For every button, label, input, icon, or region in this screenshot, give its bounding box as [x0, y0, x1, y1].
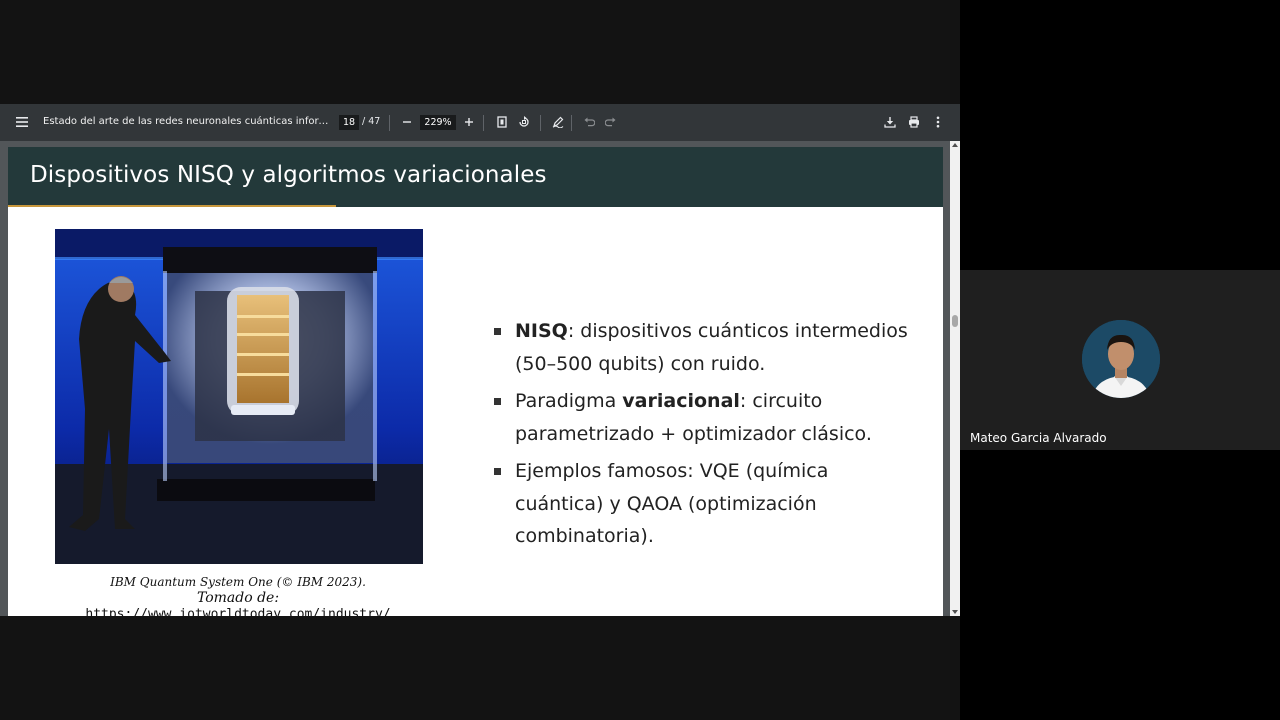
toolbar-divider: [540, 115, 541, 131]
minus-icon[interactable]: [396, 111, 418, 133]
image-caption: IBM Quantum System One (© IBM 2023). Tom…: [38, 575, 438, 616]
document-title: Estado del arte de las redes neuronales …: [43, 116, 333, 127]
square-bullet-icon: [494, 398, 501, 405]
participant-name: Mateo Garcia Alvarado: [970, 431, 1107, 445]
bullet-item: NISQ: dispositivos cuánticos intermedios…: [494, 315, 914, 380]
slide-page: Dispositivos NISQ y algoritmos variacion…: [8, 147, 943, 616]
square-bullet-icon: [494, 468, 501, 475]
pen-icon[interactable]: [547, 111, 569, 133]
avatar: [1082, 320, 1160, 398]
bullet-text: Paradigma: [515, 390, 623, 412]
page-total: / 47: [362, 116, 381, 127]
vertical-scrollbar[interactable]: [950, 141, 960, 616]
download-icon[interactable]: [879, 111, 901, 133]
square-bullet-icon: [494, 328, 501, 335]
shared-screen-pane: Estado del arte de las redes neuronales …: [0, 0, 960, 720]
bullet-text: : dispositivos cuánticos intermedios (50…: [515, 320, 908, 375]
slide-header-accent: [8, 205, 336, 207]
print-icon[interactable]: [903, 111, 925, 133]
toolbar-divider: [483, 115, 484, 131]
bullet-list: NISQ: dispositivos cuánticos intermedios…: [494, 315, 914, 558]
pdf-viewer[interactable]: Dispositivos NISQ y algoritmos variacion…: [0, 141, 960, 616]
caption-credit: IBM Quantum System One (© IBM 2023).: [110, 575, 366, 589]
scroll-down-icon[interactable]: [952, 610, 958, 614]
bullet-bold-text: NISQ: [515, 320, 568, 342]
bullet-text: Ejemplos famosos: VQE (química cuántica)…: [515, 460, 829, 547]
participant-tile[interactable]: Mateo Garcia Alvarado: [960, 270, 1280, 450]
caption-source-label: Tomado de:: [196, 590, 280, 606]
bullet-bold-text: variacional: [622, 390, 740, 412]
zoom-input[interactable]: 229%: [420, 115, 456, 130]
pdf-toolbar: Estado del arte de las redes neuronales …: [0, 104, 960, 141]
bullet-item: Paradigma variacional: circuito parametr…: [494, 385, 914, 450]
screen: Estado del arte de las redes neuronales …: [0, 0, 1280, 720]
fit-page-icon[interactable]: [491, 111, 513, 133]
more-vertical-icon[interactable]: [927, 111, 949, 133]
redo-icon[interactable]: [599, 111, 621, 133]
bullet-item: Ejemplos famosos: VQE (química cuántica)…: [494, 455, 914, 553]
quantum-computer-photo: [55, 229, 423, 564]
toolbar-divider: [571, 115, 572, 131]
scroll-up-icon[interactable]: [952, 143, 958, 147]
slide-header: Dispositivos NISQ y algoritmos variacion…: [8, 147, 943, 207]
menu-icon[interactable]: [11, 111, 33, 133]
caption-source-url: https://www.iotworldtoday.com/industry/: [85, 607, 391, 616]
page-number-input[interactable]: 18: [339, 115, 359, 130]
rotate-icon[interactable]: [513, 111, 535, 133]
toolbar-divider: [389, 115, 390, 131]
slide-title: Dispositivos NISQ y algoritmos variacion…: [30, 162, 547, 188]
undo-icon[interactable]: [578, 111, 600, 133]
scroll-thumb[interactable]: [952, 315, 958, 327]
plus-icon[interactable]: [458, 111, 480, 133]
